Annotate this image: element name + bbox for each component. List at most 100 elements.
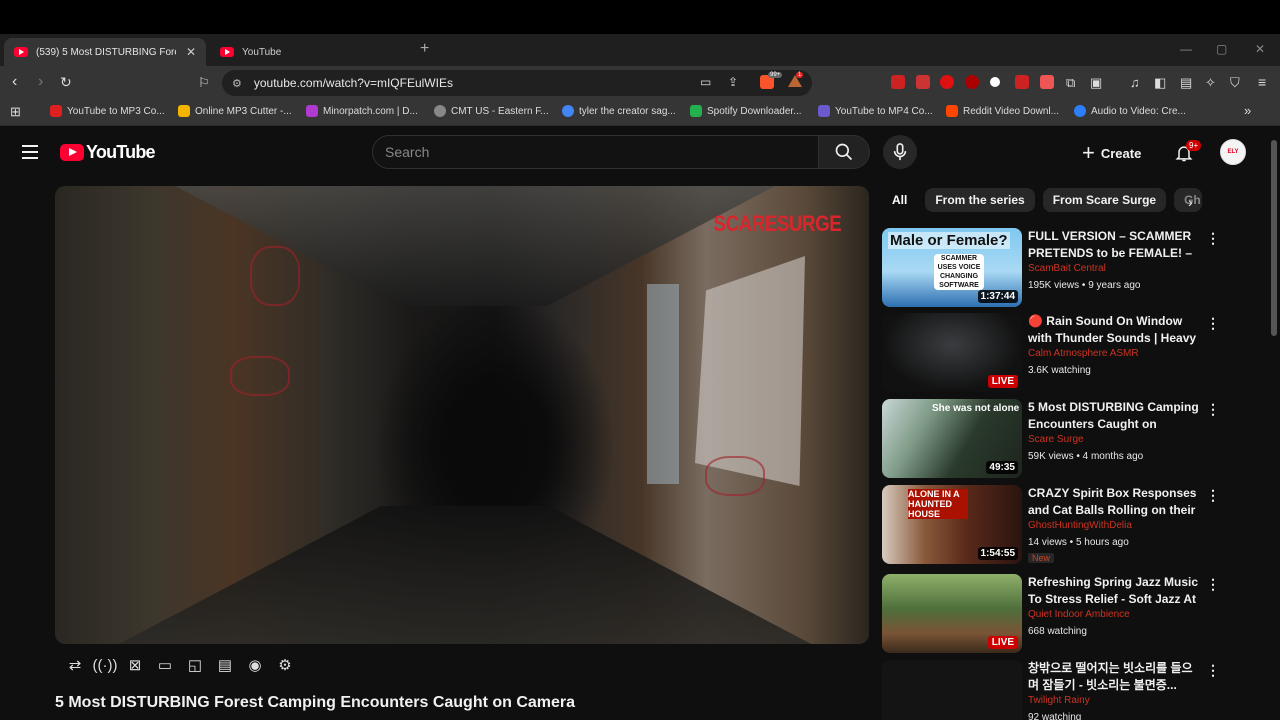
browser-toolbar: ‹ › ↻ ⚐ ⚙ youtube.com/watch?v=mIQFEulWIE… [0,66,1280,100]
media-controls-icon[interactable]: ♫ [1130,75,1140,90]
theater-icon[interactable]: ▤ [212,655,238,675]
hamburger-menu-icon[interactable] [22,145,38,163]
channel-watermark: SCARESURGE [713,211,841,236]
list-item[interactable]: LIVE Refreshing Spring Jazz Music To Str… [882,574,1262,654]
site-info-icon[interactable]: ⚙ [232,77,242,90]
youtube-logo[interactable]: YouTube [60,142,156,163]
bookmark-item[interactable]: Audio to Video: Cre... [1074,105,1186,117]
list-item[interactable]: She was not alone 49:35 5 Most DISTURBIN… [882,399,1262,479]
recommendation-title[interactable]: CRAZY Spirit Box Responses and Cat Balls… [1028,485,1200,518]
bookmark-item[interactable]: YouTube to MP4 Co... [818,105,933,117]
more-options-icon[interactable]: ⋮ [1206,230,1220,247]
more-bookmarks-icon[interactable]: » [1244,103,1251,118]
chip-from-scare-surge[interactable]: From Scare Surge [1042,188,1167,212]
microphone-icon [893,143,907,161]
repeat-icon[interactable]: ⇄ [62,655,88,675]
chevron-right-icon[interactable]: › [1188,194,1193,210]
extension-media-icon[interactable] [1040,75,1054,89]
bookmark-favicon-icon [690,105,702,117]
more-options-icon[interactable]: ⋮ [1206,662,1220,679]
extension-play-icon[interactable] [940,75,954,89]
video-thumbnail[interactable] [882,660,1022,720]
list-item[interactable]: Male or Female? SCAMMER USES VOICE CHANG… [882,228,1262,308]
bookmark-item[interactable]: Online MP3 Cutter -... [178,105,292,117]
close-tab-icon[interactable]: ✕ [186,45,196,59]
address-bar[interactable]: ⚙ youtube.com/watch?v=mIQFEulWIEs [222,70,812,96]
more-options-icon[interactable]: ⋮ [1206,401,1220,418]
list-item[interactable]: LIVE 🔴 Rain Sound On Window with Thunder… [882,313,1262,393]
list-item[interactable]: 창밖으로 떨어지는 빗소리를 들으며 잠들기 - 빗소리는 불면증... Twi… [882,660,1262,720]
video-player[interactable]: SCARESURGE [55,186,869,644]
menu-icon[interactable]: ≡ [1258,74,1266,90]
minimize-button[interactable]: — [1180,42,1192,56]
recommendation-title[interactable]: Refreshing Spring Jazz Music To Stress R… [1028,574,1200,607]
tab-active[interactable]: (539) 5 Most DISTURBING Forest ✕ [4,38,206,66]
sidebar-icon[interactable]: ◧ [1154,75,1166,91]
extension-tool-icon[interactable] [1015,75,1029,89]
bookmark-item[interactable]: Reddit Video Downl... [946,105,1059,117]
recommendation-title[interactable]: 🔴 Rain Sound On Window with Thunder Soun… [1028,313,1200,346]
live-badge: LIVE [987,375,1018,388]
settings-icon[interactable]: ⚙ [272,655,298,675]
list-item[interactable]: ALONE IN A HAUNTED HOUSE 1:54:55 CRAZY S… [882,485,1262,565]
maximize-button[interactable]: ▢ [1216,42,1227,56]
channel-name[interactable]: ScamBait Central [1028,263,1106,274]
avatar[interactable]: ELY [1220,139,1246,165]
channel-name[interactable]: Scare Surge [1028,434,1084,445]
back-icon[interactable]: ‹ [12,73,17,91]
screenshot-tool-icon[interactable]: ▣ [1090,75,1102,91]
extension-u-icon[interactable] [965,75,979,89]
more-options-icon[interactable]: ⋮ [1206,487,1220,504]
video-thumbnail[interactable]: She was not alone 49:35 [882,399,1022,478]
bookmark-item[interactable]: Minorpatch.com | D... [306,105,418,117]
bookmark-item[interactable]: CMT US - Eastern F... [434,105,549,117]
video-thumbnail[interactable]: LIVE [882,574,1022,653]
bookmark-icon[interactable]: ⚐ [198,75,210,91]
page-scrollbar[interactable] [1271,140,1277,336]
youtube-favicon-icon [220,47,234,57]
channel-name[interactable]: Twilight Rainy [1028,695,1090,706]
apps-grid-icon[interactable]: ⊞ [10,104,21,120]
video-thumbnail[interactable]: LIVE [882,313,1022,392]
video-thumbnail[interactable]: ALONE IN A HAUNTED HOUSE 1:54:55 [882,485,1022,564]
tab-youtube[interactable]: YouTube [210,38,410,66]
leo-ai-icon[interactable]: ✧ [1205,75,1216,91]
more-options-icon[interactable]: ⋮ [1206,576,1220,593]
bookmark-item[interactable]: YouTube to MP3 Co... [50,105,165,117]
recommendation-title[interactable]: 5 Most DISTURBING Camping Encounters Cau… [1028,399,1200,432]
recommendation-title[interactable]: FULL VERSION – SCAMMER PRETENDS to be FE… [1028,228,1200,261]
create-button[interactable]: + Create [1082,139,1141,167]
channel-name[interactable]: Calm Atmosphere ASMR [1028,348,1139,359]
screenshot-icon[interactable]: ◉ [242,655,268,675]
wallet-icon[interactable]: ▤ [1180,75,1192,91]
video-thumbnail[interactable]: Male or Female? SCAMMER USES VOICE CHANG… [882,228,1022,307]
channel-name[interactable]: GhostHuntingWithDelia [1028,520,1132,531]
search-input[interactable]: Search [372,135,820,169]
extension-youtube-icon[interactable] [891,75,905,89]
cinema-icon[interactable]: ▭ [152,655,178,675]
share-icon[interactable]: ⇪ [728,75,738,89]
extension-dot-icon[interactable] [990,77,1000,87]
video-frame-graffiti [230,356,290,396]
broadcast-icon[interactable]: ((·)) [92,655,118,675]
chip-from-the-series[interactable]: From the series [925,188,1035,212]
bookmark-label: tyler the creator sag... [579,105,676,117]
install-app-icon[interactable]: ▭ [700,75,711,89]
new-tab-button[interactable]: + [420,40,429,58]
more-options-icon[interactable]: ⋮ [1206,315,1220,332]
channel-name[interactable]: Quiet Indoor Ambience [1028,609,1130,620]
close-window-button[interactable]: ✕ [1255,42,1265,56]
reload-icon[interactable]: ↻ [60,74,72,91]
search-button[interactable] [818,135,870,169]
cast-off-icon[interactable]: ⊠ [122,655,148,675]
voice-search-button[interactable] [883,135,917,169]
chip-all[interactable]: All [882,188,918,212]
forward-icon[interactable]: › [38,73,43,91]
extensions-puzzle-icon[interactable]: ⧉ [1066,75,1075,91]
extension-video-icon[interactable] [916,75,930,89]
bookmark-item[interactable]: Spotify Downloader... [690,105,802,117]
miniplayer-icon[interactable]: ◱ [182,655,208,675]
bookmark-item[interactable]: tyler the creator sag... [562,105,676,117]
recommendation-title[interactable]: 창밖으로 떨어지는 빗소리를 들으며 잠들기 - 빗소리는 불면증... [1028,660,1200,693]
vpn-icon[interactable]: ⛉ [1230,75,1240,91]
